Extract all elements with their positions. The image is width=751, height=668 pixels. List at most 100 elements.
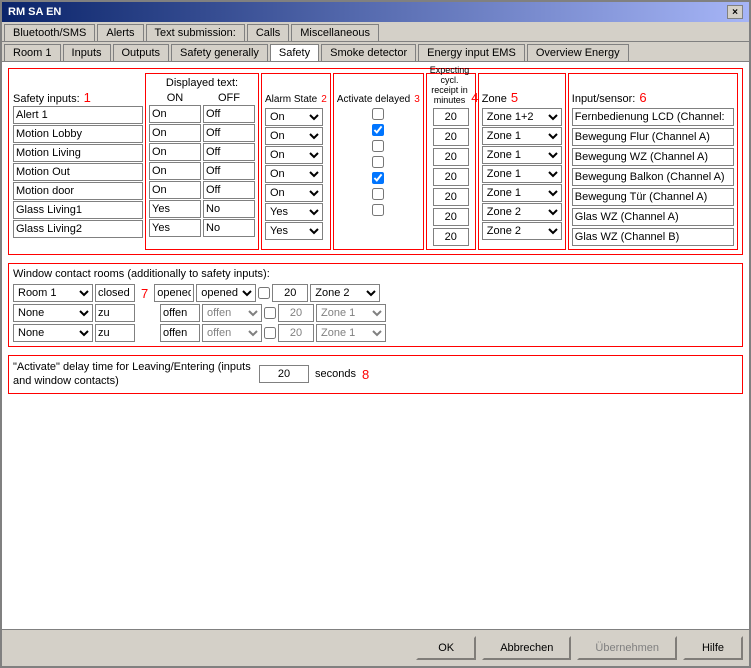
wc2-activate[interactable] [264, 307, 276, 319]
sensor-header: Input/sensor: [572, 93, 636, 105]
alert1-on[interactable] [149, 105, 201, 123]
motion-living-expect[interactable] [433, 148, 469, 166]
apply-button[interactable]: Übernehmen [577, 636, 677, 660]
motion-door-activate[interactable] [372, 172, 384, 184]
wc-row1: Room 1 7 opened Zone 2 [13, 284, 738, 302]
delay-unit: seconds [315, 368, 356, 380]
tab-text-submission[interactable]: Text submission: [146, 24, 245, 41]
delay-value[interactable] [259, 365, 309, 383]
wc1-state2[interactable] [154, 284, 194, 302]
subtab-energy-input[interactable]: Energy input EMS [418, 44, 525, 61]
motion-living-on[interactable] [149, 143, 201, 161]
wc3-activate[interactable] [264, 327, 276, 339]
glass-living2-alarm[interactable]: Yes [265, 222, 323, 240]
tab-bluetooth[interactable]: Bluetooth/SMS [4, 24, 95, 41]
wc2-zone[interactable]: Zone 1 [316, 304, 386, 322]
motion-out-on[interactable] [149, 162, 201, 180]
glass-living2-off[interactable] [203, 219, 255, 237]
motion-lobby-zone[interactable]: Zone 1 [482, 127, 562, 145]
num8-label: 8 [362, 367, 369, 382]
wc2-state1[interactable] [95, 304, 135, 322]
wc1-expect[interactable] [272, 284, 308, 302]
help-button[interactable]: Hilfe [683, 636, 743, 660]
subtab-safety[interactable]: Safety [270, 44, 319, 61]
num3-label: 3 [414, 94, 420, 105]
glass-living1-alarm[interactable]: Yes [265, 203, 323, 221]
motion-living-off[interactable] [203, 143, 255, 161]
expecting-section: Expecting cycl. receipt in minutes 4 [426, 73, 476, 250]
subtab-outputs[interactable]: Outputs [113, 44, 170, 61]
zone-section: Zone 5 Zone 1+2 Zone 1 Zone 1 Zone 1 Zon… [478, 73, 566, 250]
motion-door-alarm[interactable]: On [265, 184, 323, 202]
wc2-state2[interactable] [160, 304, 200, 322]
glass-living1-on[interactable] [149, 200, 201, 218]
wc3-room[interactable]: None [13, 324, 93, 342]
motion-lobby-off[interactable] [203, 124, 255, 142]
glass-living1-sensor: Glas WZ (Channel A) [572, 208, 734, 226]
num6-label: 6 [639, 90, 646, 105]
main-window: RM SA EN × Bluetooth/SMS Alerts Text sub… [0, 0, 751, 668]
wc2-room[interactable]: None [13, 304, 93, 322]
motion-living-activate[interactable] [372, 140, 384, 152]
glass-living1-zone[interactable]: Zone 2 [482, 203, 562, 221]
close-button[interactable]: × [727, 5, 743, 19]
wc3-state1[interactable] [95, 324, 135, 342]
tab-miscellaneous[interactable]: Miscellaneous [291, 24, 379, 41]
subtab-safety-generally[interactable]: Safety generally [171, 44, 268, 61]
sensor-section: Input/sensor: 6 Fernbedienung LCD (Chann… [568, 73, 738, 250]
motion-living-zone[interactable]: Zone 1 [482, 146, 562, 164]
motion-out-alarm[interactable]: On [265, 165, 323, 183]
glass-living1-off[interactable] [203, 200, 255, 218]
cancel-button[interactable]: Abbrechen [482, 636, 571, 660]
glass-living2-sensor: Glas WZ (Channel B) [572, 228, 734, 246]
glass-living1-expect[interactable] [433, 208, 469, 226]
wc3-expect[interactable] [278, 324, 314, 342]
subtab-smoke-detector[interactable]: Smoke detector [321, 44, 416, 61]
alert1-alarm[interactable]: On [265, 108, 323, 126]
wc1-alarm[interactable]: opened [196, 284, 256, 302]
motion-living-alarm[interactable]: On [265, 146, 323, 164]
num5-label: 5 [511, 90, 518, 105]
tab-alerts[interactable]: Alerts [97, 24, 143, 41]
alert1-activate[interactable] [372, 108, 384, 120]
motion-out-off[interactable] [203, 162, 255, 180]
motion-out-activate[interactable] [372, 156, 384, 168]
wc1-activate[interactable] [258, 287, 270, 299]
motion-lobby-alarm[interactable]: On [265, 127, 323, 145]
wc3-alarm[interactable]: offen [202, 324, 262, 342]
motion-door-on[interactable] [149, 181, 201, 199]
sub-tab-bar: Room 1 Inputs Outputs Safety generally S… [2, 42, 749, 62]
motion-out-expect[interactable] [433, 168, 469, 186]
subtab-room1[interactable]: Room 1 [4, 44, 61, 61]
subtab-overview-energy[interactable]: Overview Energy [527, 44, 629, 61]
alert1-off[interactable] [203, 105, 255, 123]
wc3-zone[interactable]: Zone 1 [316, 324, 386, 342]
motion-door-zone[interactable]: Zone 1 [482, 184, 562, 202]
alert1-expect[interactable] [433, 108, 469, 126]
num2-label: 2 [321, 94, 327, 105]
wc1-state1[interactable] [95, 284, 135, 302]
wc2-expect[interactable] [278, 304, 314, 322]
glass-living1-activate[interactable] [372, 188, 384, 200]
motion-lobby-on[interactable] [149, 124, 201, 142]
motion-lobby-expect[interactable] [433, 128, 469, 146]
ok-button[interactable]: OK [416, 636, 476, 660]
top-tab-bar: Bluetooth/SMS Alerts Text submission: Ca… [2, 22, 749, 42]
wc1-zone[interactable]: Zone 2 [310, 284, 380, 302]
glass-living2-on[interactable] [149, 219, 201, 237]
subtab-inputs[interactable]: Inputs [63, 44, 111, 61]
title-bar: RM SA EN × [2, 2, 749, 22]
alert1-zone[interactable]: Zone 1+2 [482, 108, 562, 126]
tab-calls[interactable]: Calls [247, 24, 289, 41]
glass-living2-zone[interactable]: Zone 2 [482, 222, 562, 240]
displayed-text-header: Displayed text: [149, 77, 255, 89]
motion-out-zone[interactable]: Zone 1 [482, 165, 562, 183]
motion-lobby-activate[interactable] [372, 124, 384, 136]
wc2-alarm[interactable]: offen [202, 304, 262, 322]
wc1-room[interactable]: Room 1 [13, 284, 93, 302]
wc3-state2[interactable] [160, 324, 200, 342]
glass-living2-activate[interactable] [372, 204, 384, 216]
glass-living2-expect[interactable] [433, 228, 469, 246]
motion-door-expect[interactable] [433, 188, 469, 206]
motion-door-off[interactable] [203, 181, 255, 199]
